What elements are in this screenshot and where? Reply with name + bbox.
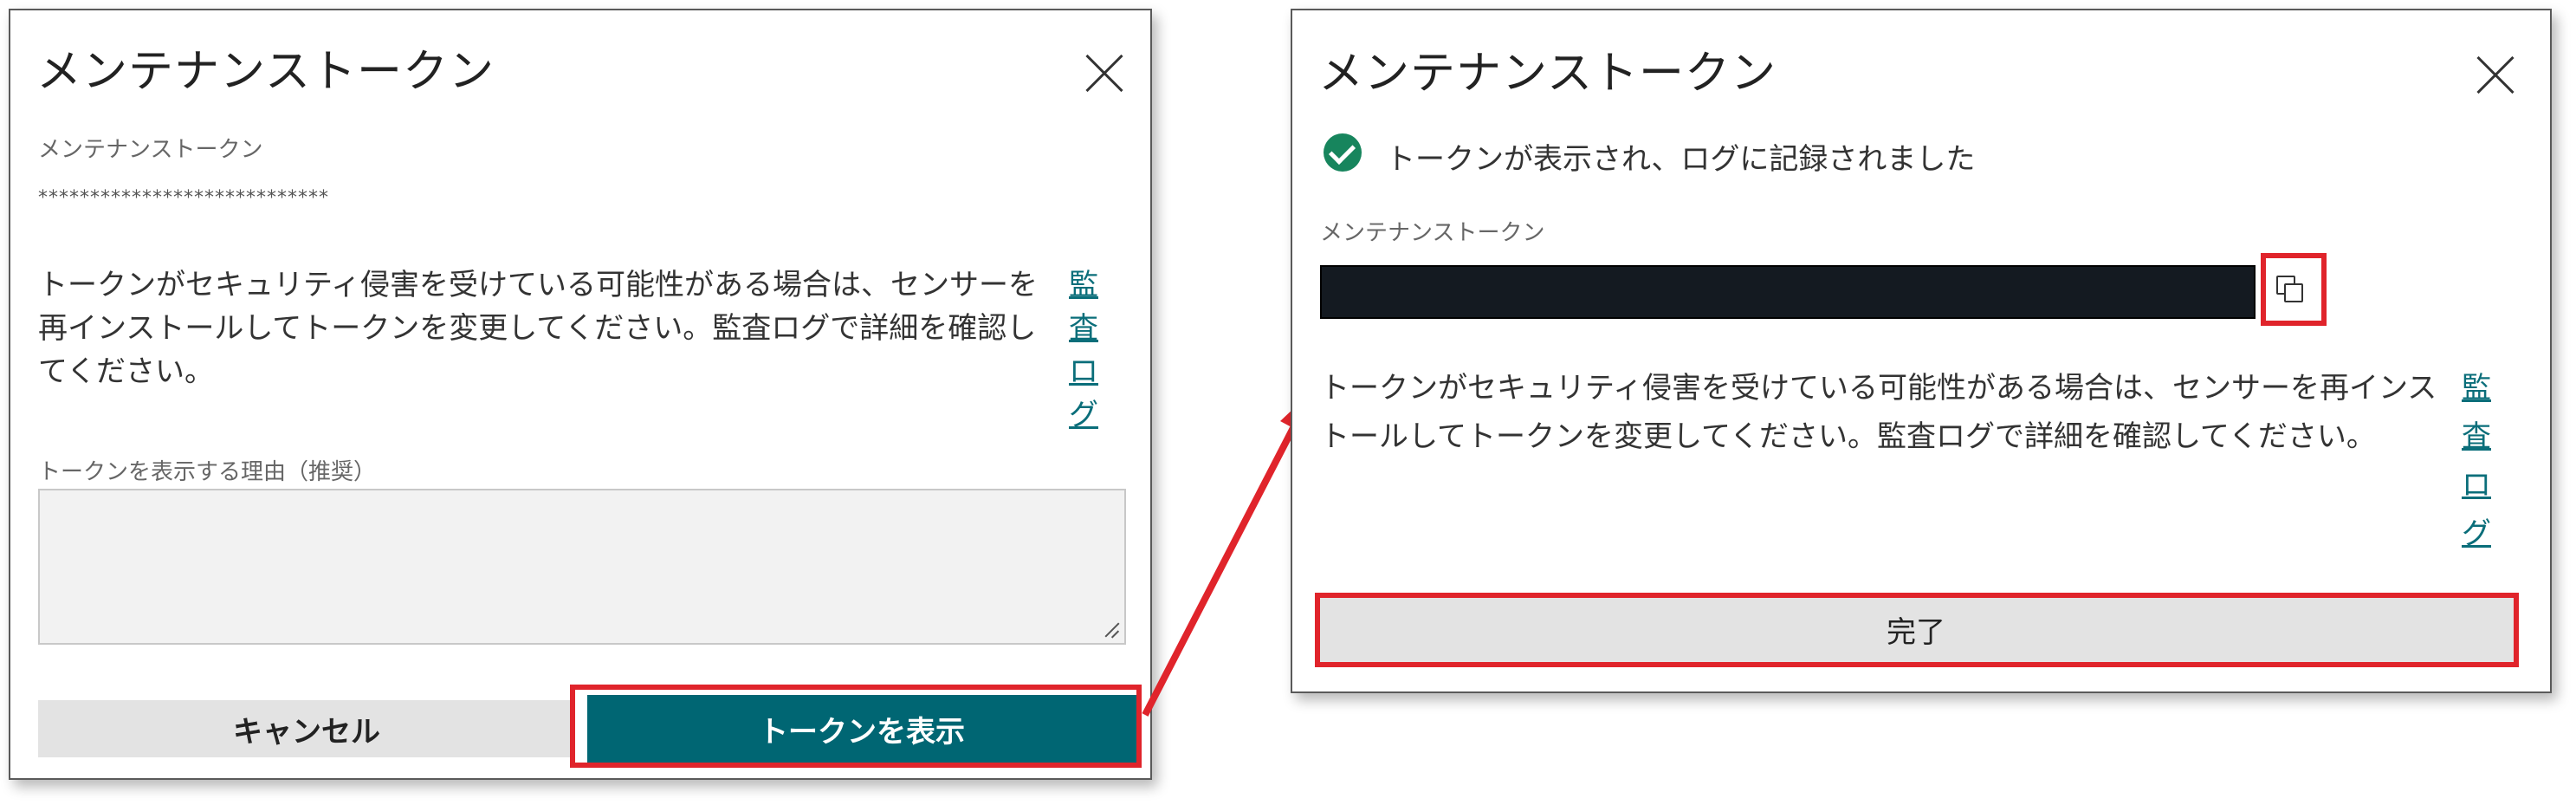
token-label: メンテナンストークン bbox=[38, 137, 263, 163]
success-message: トークンが表示され、ログに記録されました bbox=[1386, 142, 1976, 177]
masked-token: **************************** bbox=[38, 187, 329, 209]
maintenance-token-dialog-hidden: メンテナンストークン メンテナンストークン ******************… bbox=[9, 9, 1152, 780]
audit-log-link[interactable]: 監査ログ bbox=[2462, 364, 2496, 558]
check-circle-icon bbox=[1324, 133, 1362, 172]
close-icon[interactable] bbox=[1084, 54, 1124, 94]
done-button[interactable]: 完了 bbox=[1318, 596, 2514, 662]
reason-label: トークンを表示する理由（推奨） bbox=[38, 459, 377, 485]
token-label: メンテナンストークン bbox=[1320, 220, 1545, 246]
maintenance-token-dialog-shown: メンテナンストークン トークンが表示され、ログに記録されました メンテナンストー… bbox=[1291, 9, 2552, 693]
close-icon[interactable] bbox=[2476, 55, 2515, 95]
warning-text: トークンがセキュリティ侵害を受けている可能性がある場合は、センサーを再インストー… bbox=[38, 268, 1038, 389]
dialog-title: メンテナンストークン bbox=[36, 46, 495, 98]
copy-icon[interactable] bbox=[2276, 276, 2306, 305]
dialog-title: メンテナンストークン bbox=[1318, 48, 1777, 100]
cancel-button[interactable]: キャンセル bbox=[38, 700, 575, 757]
show-token-button[interactable]: トークンを表示 bbox=[587, 695, 1136, 763]
token-value-field[interactable] bbox=[1320, 265, 2256, 319]
audit-log-link[interactable]: 監査ログ bbox=[1069, 263, 1104, 437]
warning-text: トークンがセキュリティ侵害を受けている可能性がある場合は、センサーを再インストー… bbox=[1320, 371, 2437, 454]
resize-handle-icon[interactable] bbox=[1102, 620, 1119, 638]
reason-textarea[interactable] bbox=[38, 489, 1126, 645]
